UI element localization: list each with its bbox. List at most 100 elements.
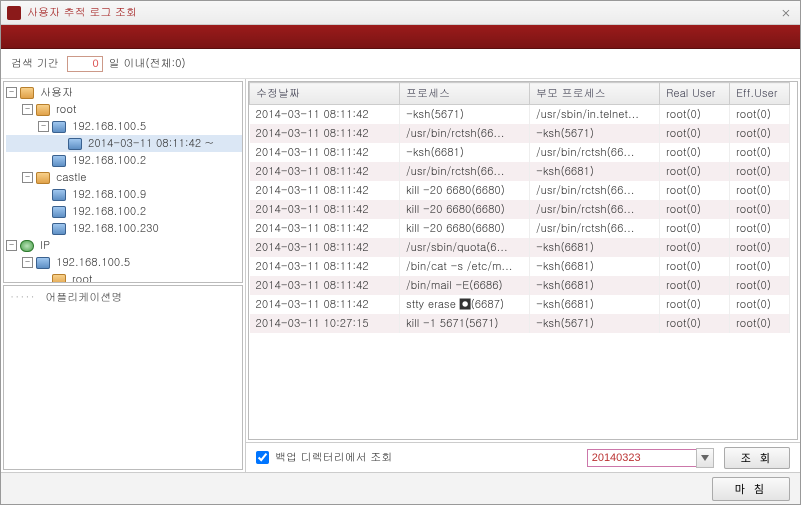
table-cell: 2014-03-11 08:11:42 — [250, 257, 400, 276]
date-input[interactable] — [587, 449, 697, 467]
tree-row[interactable]: 192.168.100.2 — [6, 152, 242, 169]
tree-row[interactable]: - 사용자 — [6, 84, 242, 101]
collapse-toggle[interactable]: - — [38, 121, 49, 132]
table-cell: /bin/mail -E(6686) — [400, 276, 530, 295]
tree-panel[interactable]: -사용자-root-192.168.100.52014-03-11 08:11:… — [3, 81, 243, 283]
search-period-label: 검색 기간 — [11, 56, 59, 71]
tree-label: 사용자 — [38, 85, 75, 100]
table-cell: root(0) — [660, 162, 730, 181]
right-column: 수정날짜프로세스부모 프로세스Real UserEff.User2014-03-… — [246, 79, 800, 472]
table-cell: root(0) — [660, 124, 730, 143]
table-cell: kill -20 6680(6680) — [400, 219, 530, 238]
table-cell: kill -20 6680(6680) — [400, 181, 530, 200]
monitor-icon — [68, 138, 82, 150]
application-header-label: 어플리케이션명 — [45, 290, 122, 305]
table-cell: /usr/sbin/in.telnet... — [530, 105, 660, 125]
tree-row[interactable]: - IP — [6, 237, 242, 254]
table-row[interactable]: 2014-03-11 08:11:42-ksh(5671)/usr/sbin/i… — [250, 105, 790, 125]
dialog-window: 사용자 추적 로그 조회 × 검색 기간 일 이내(전체:0) -사용자-roo… — [0, 0, 801, 505]
collapse-toggle[interactable]: - — [6, 240, 17, 251]
close-icon[interactable]: × — [778, 5, 794, 21]
tree-label: IP — [38, 238, 52, 253]
dots-icon: ····· — [10, 290, 36, 305]
tree-row[interactable]: root — [6, 271, 242, 283]
monitor-icon — [52, 206, 66, 218]
tree-label: 192.168.100.5 — [70, 119, 148, 134]
table-row[interactable]: 2014-03-11 08:11:42kill -20 6680(6680)/u… — [250, 219, 790, 238]
table-cell: root(0) — [730, 295, 790, 314]
tree-row[interactable]: 192.168.100.2 — [6, 203, 242, 220]
table-row[interactable]: 2014-03-11 08:11:42/bin/mail -E(6686)-ks… — [250, 276, 790, 295]
tree-row[interactable]: - 192.168.100.5 — [6, 118, 242, 135]
search-toolbar: 검색 기간 일 이내(전체:0) — [1, 49, 800, 79]
tree-row[interactable]: -root — [6, 101, 242, 118]
user-icon — [52, 274, 66, 284]
table-cell: /usr/bin/rctsh(66... — [530, 200, 660, 219]
table-row[interactable]: 2014-03-11 10:27:15kill -1 5671(5671)-ks… — [250, 314, 790, 333]
days-input[interactable] — [67, 56, 103, 72]
tree-row[interactable]: 192.168.100.230 — [6, 220, 242, 237]
tree-row[interactable]: -castle — [6, 169, 242, 186]
globe-icon — [20, 240, 34, 252]
column-header[interactable]: Real User — [660, 83, 730, 105]
table-cell: root(0) — [660, 200, 730, 219]
collapse-toggle[interactable]: - — [22, 104, 33, 115]
grid-bottombar: 백업 디렉터리에서 조회 조 회 — [246, 442, 800, 472]
toggle-spacer — [38, 155, 49, 166]
toggle-spacer — [38, 189, 49, 200]
table-cell: kill -20 6680(6680) — [400, 200, 530, 219]
tree-row[interactable]: 2014-03-11 08:11:42 ~ — [6, 135, 242, 152]
table-cell: -ksh(6681) — [400, 143, 530, 162]
table-cell: kill -1 5671(5671) — [400, 314, 530, 333]
collapse-toggle[interactable]: - — [22, 257, 33, 268]
column-header[interactable]: 수정날짜 — [250, 83, 400, 105]
table-cell: 2014-03-11 08:11:42 — [250, 162, 400, 181]
tree-label: 192.168.100.2 — [70, 204, 148, 219]
collapse-toggle[interactable]: - — [6, 87, 17, 98]
collapse-toggle[interactable]: - — [22, 172, 33, 183]
table-cell: -ksh(6681) — [530, 257, 660, 276]
table-cell: root(0) — [660, 257, 730, 276]
header-banner — [1, 25, 800, 49]
table-row[interactable]: 2014-03-11 08:11:42kill -20 6680(6680)/u… — [250, 181, 790, 200]
tree-label: root — [70, 272, 94, 283]
tree-label: 192.168.100.2 — [70, 153, 148, 168]
table-row[interactable]: 2014-03-11 08:11:42/bin/cat -s /etc/m...… — [250, 257, 790, 276]
table-row[interactable]: 2014-03-11 08:11:42/usr/bin/rctsh(66...-… — [250, 162, 790, 181]
column-header[interactable]: 프로세스 — [400, 83, 530, 105]
table-row[interactable]: 2014-03-11 08:11:42stty erase ◘(6687)-ks… — [250, 295, 790, 314]
table-cell: 2014-03-11 08:11:42 — [250, 276, 400, 295]
application-panel[interactable]: ····· 어플리케이션명 — [3, 285, 243, 470]
table-row[interactable]: 2014-03-11 08:11:42kill -20 6680(6680)/u… — [250, 200, 790, 219]
table-row[interactable]: 2014-03-11 08:11:42/usr/sbin/quota(6...-… — [250, 238, 790, 257]
tree-label: 192.168.100.9 — [70, 187, 148, 202]
table-row[interactable]: 2014-03-11 08:11:42-ksh(6681)/usr/bin/rc… — [250, 143, 790, 162]
column-header[interactable]: Eff.User — [730, 83, 790, 105]
column-header[interactable]: 부모 프로세스 — [530, 83, 660, 105]
table-cell: root(0) — [730, 219, 790, 238]
table-cell: /usr/sbin/quota(6... — [400, 238, 530, 257]
search-button[interactable]: 조 회 — [724, 447, 790, 469]
table-cell: 2014-03-11 10:27:15 — [250, 314, 400, 333]
table-cell: -ksh(6681) — [530, 162, 660, 181]
date-field: 조 회 — [587, 447, 790, 469]
table-cell: 2014-03-11 08:11:42 — [250, 105, 400, 125]
table-cell: /usr/bin/rctsh(66... — [530, 181, 660, 200]
tree-row[interactable]: -192.168.100.5 — [6, 254, 242, 271]
table-cell: /usr/bin/rctsh(66... — [400, 124, 530, 143]
table-cell: -ksh(5671) — [400, 105, 530, 125]
monitor-icon — [52, 155, 66, 167]
table-cell: root(0) — [730, 181, 790, 200]
table-cell: root(0) — [660, 219, 730, 238]
table-cell: root(0) — [660, 143, 730, 162]
close-button[interactable]: 마 침 — [712, 477, 790, 501]
table-cell: stty erase ◘(6687) — [400, 295, 530, 314]
table-cell: root(0) — [730, 143, 790, 162]
tree-row[interactable]: 192.168.100.9 — [6, 186, 242, 203]
log-grid-wrapper[interactable]: 수정날짜프로세스부모 프로세스Real UserEff.User2014-03-… — [248, 81, 798, 440]
date-dropdown-button[interactable] — [696, 448, 714, 468]
backup-checkbox[interactable] — [256, 451, 269, 464]
left-column: -사용자-root-192.168.100.52014-03-11 08:11:… — [1, 79, 246, 472]
table-cell: root(0) — [660, 295, 730, 314]
table-row[interactable]: 2014-03-11 08:11:42/usr/bin/rctsh(66...-… — [250, 124, 790, 143]
